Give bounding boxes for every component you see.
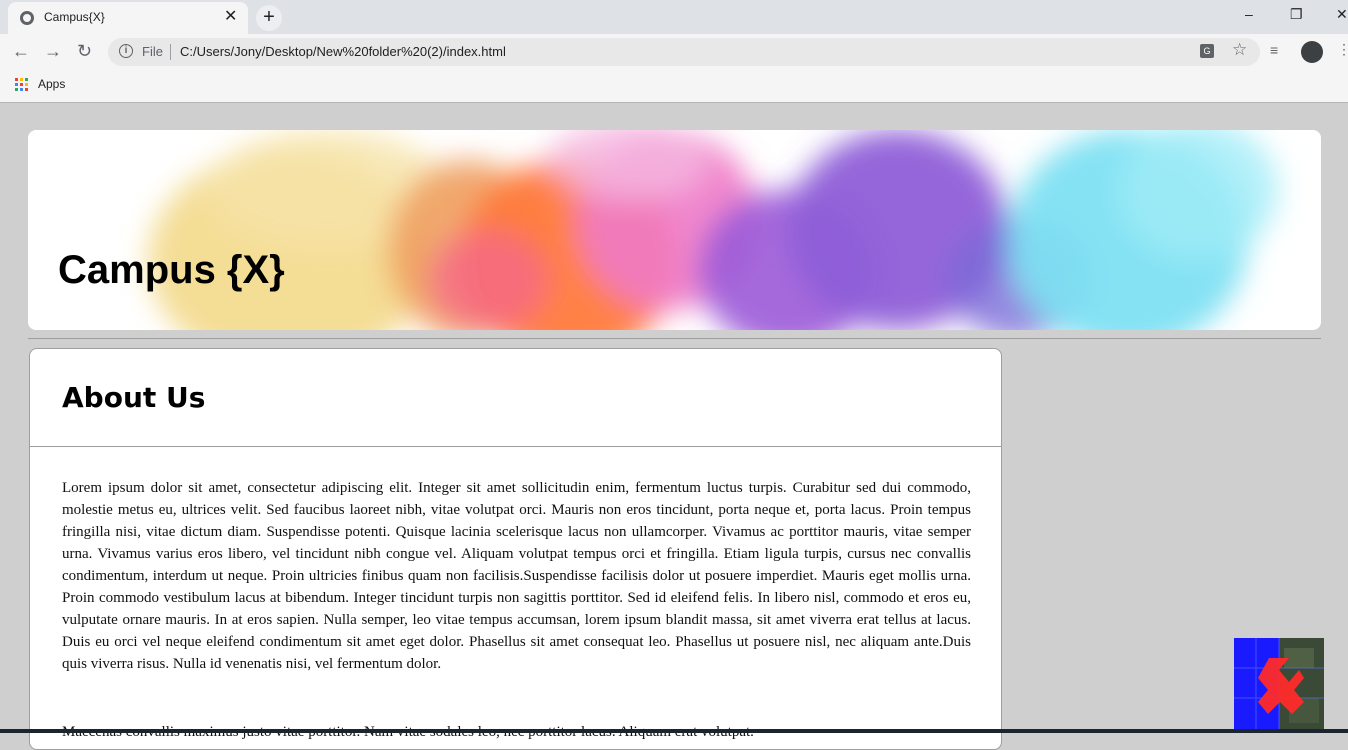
apps-icon[interactable] bbox=[15, 78, 28, 91]
about-paragraph: Lorem ipsum dolor sit amet, consectetur … bbox=[62, 480, 971, 672]
bookmarks-bar: Apps bbox=[0, 70, 1348, 103]
browser-tab[interactable]: Campus{X} ✕ bbox=[8, 2, 248, 34]
reload-button[interactable]: ↻ bbox=[77, 41, 92, 62]
close-window-button[interactable]: ✕ bbox=[1336, 6, 1348, 23]
restore-button[interactable]: ❐ bbox=[1290, 6, 1303, 23]
back-button[interactable]: ← bbox=[12, 41, 30, 62]
address-bar[interactable]: i File C:/Users/Jony/Desktop/New%20folde… bbox=[108, 38, 1260, 66]
header-divider bbox=[28, 338, 1321, 339]
minimize-button[interactable]: – bbox=[1245, 6, 1253, 22]
avatar[interactable] bbox=[1301, 41, 1323, 63]
url-text[interactable]: C:/Users/Jony/Desktop/New%20folder%20(2)… bbox=[180, 44, 506, 59]
apps-link[interactable]: Apps bbox=[38, 77, 65, 91]
translate-icon[interactable]: G bbox=[1200, 44, 1214, 58]
star-icon[interactable]: ☆ bbox=[1232, 40, 1247, 60]
menu-icon[interactable]: ⋮ bbox=[1337, 41, 1348, 58]
tab-title: Campus{X} bbox=[44, 10, 105, 24]
hero-banner: Campus {X} bbox=[28, 130, 1321, 330]
forward-button[interactable]: → bbox=[44, 41, 62, 62]
os-taskbar bbox=[0, 729, 1348, 733]
new-tab-button[interactable]: + bbox=[256, 5, 282, 31]
about-card: About Us Lorem ipsum dolor sit amet, con… bbox=[29, 348, 1002, 750]
scheme-label: File bbox=[142, 44, 163, 59]
globe-icon bbox=[20, 11, 34, 25]
browser-toolbar: ← → ↻ i File C:/Users/Jony/Desktop/New%2… bbox=[0, 34, 1348, 70]
tab-close-button[interactable]: ✕ bbox=[224, 8, 237, 26]
watercolor-splash bbox=[148, 130, 1278, 330]
media-icon[interactable]: ≡ bbox=[1270, 42, 1278, 58]
about-heading: About Us bbox=[62, 381, 206, 414]
address-divider bbox=[170, 44, 171, 60]
tab-strip: Campus{X} ✕ + – ❐ ✕ bbox=[0, 0, 1348, 34]
info-icon[interactable]: i bbox=[119, 44, 133, 58]
card-divider bbox=[30, 446, 1001, 447]
site-title: Campus {X} bbox=[58, 248, 285, 292]
map-thumbnail[interactable] bbox=[1234, 638, 1324, 733]
